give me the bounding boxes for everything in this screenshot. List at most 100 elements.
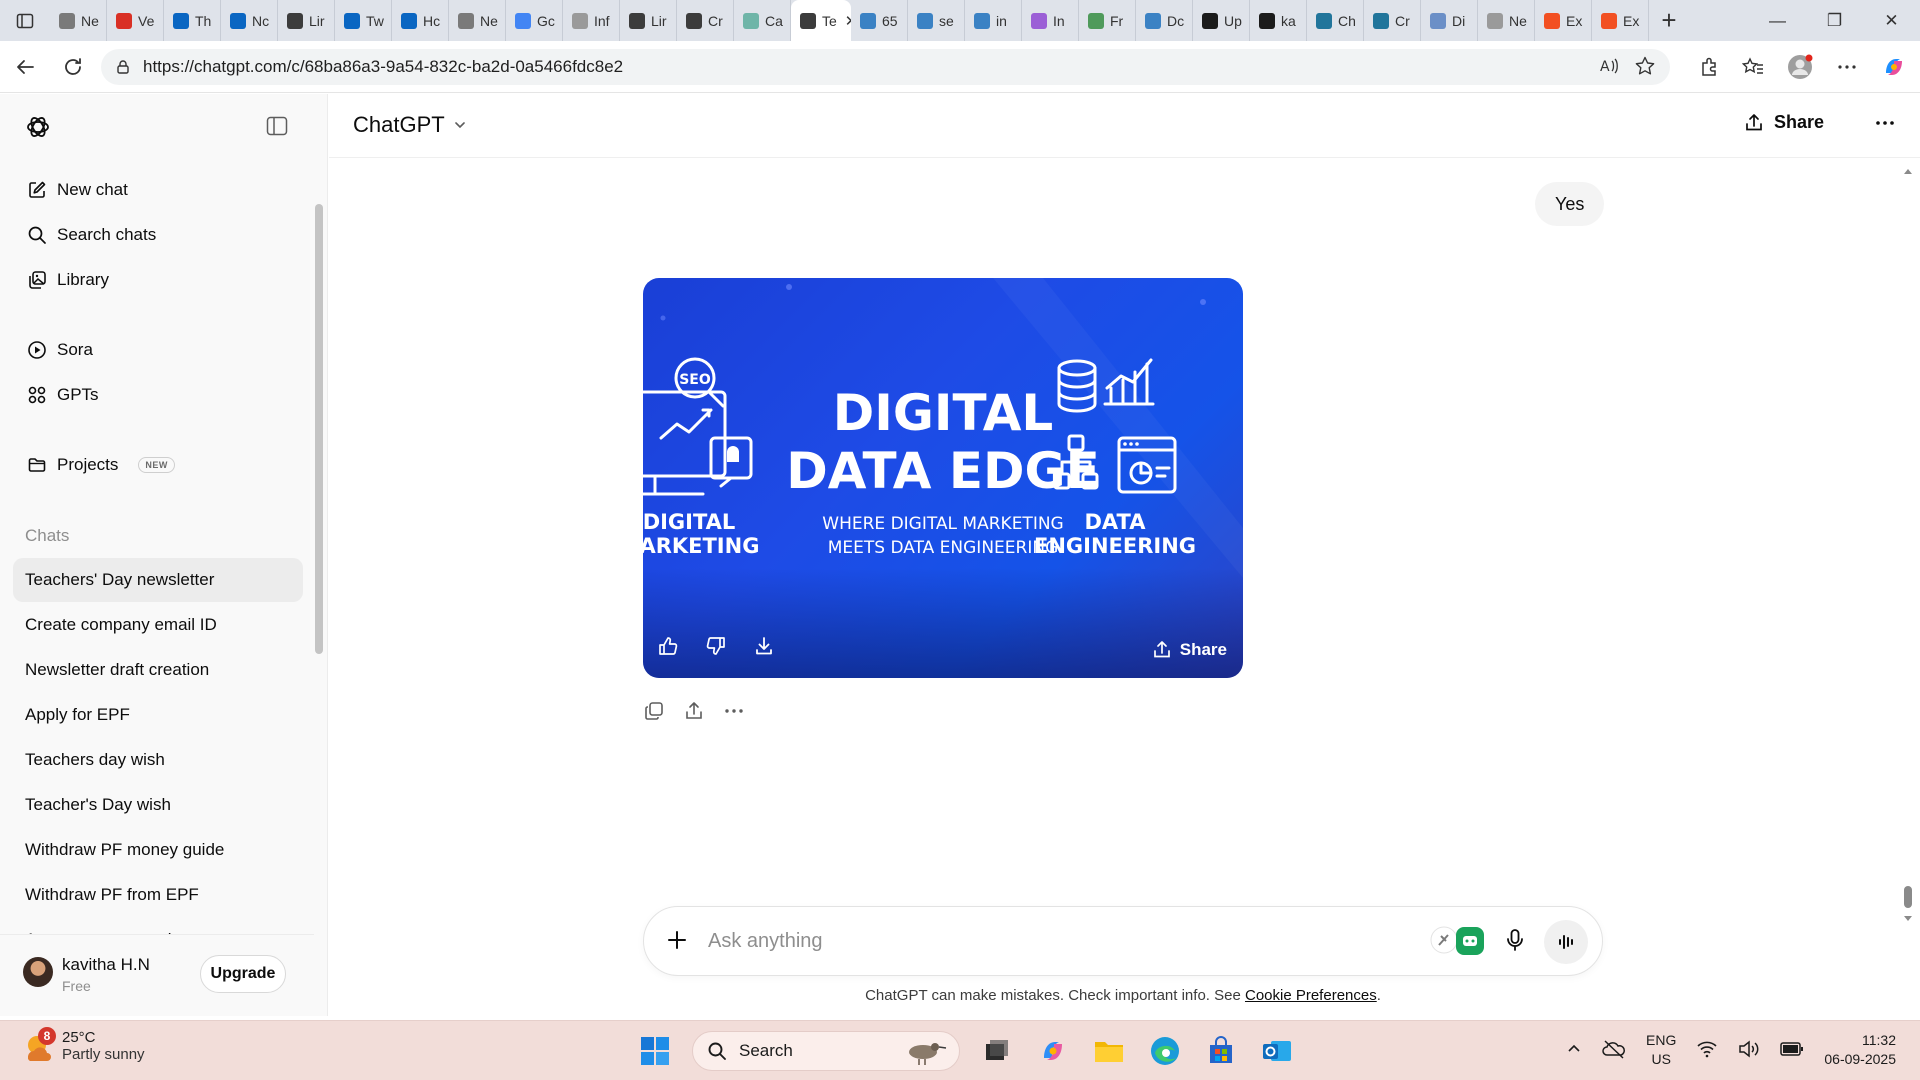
sidebar-item-search-chats[interactable]: Search chats xyxy=(13,213,303,257)
image-share-button[interactable]: Share xyxy=(1152,640,1227,660)
sidebar-item-library[interactable]: Library xyxy=(13,258,303,302)
browser-tab[interactable]: Nc xyxy=(221,0,278,41)
chat-item[interactable]: Teacher's Day wish xyxy=(13,783,303,827)
more-menu-icon[interactable] xyxy=(1836,56,1858,78)
scroll-thumb[interactable] xyxy=(1904,886,1912,908)
browser-tab[interactable]: Ne xyxy=(50,0,107,41)
extension-grammar-icon[interactable] xyxy=(1428,923,1486,962)
chat-item[interactable]: Teachers' Day newsletter xyxy=(13,558,303,602)
browser-tab[interactable]: Ex xyxy=(1535,0,1592,41)
browser-tab[interactable]: Ex xyxy=(1592,0,1649,41)
sidebar-scrollbar[interactable] xyxy=(315,204,323,654)
minimize-button[interactable]: — xyxy=(1749,0,1806,41)
thumbs-up-icon[interactable] xyxy=(657,635,679,662)
outlook-icon[interactable] xyxy=(1258,1032,1296,1070)
more-options-icon[interactable] xyxy=(723,700,745,727)
user-name[interactable]: kavitha H.N xyxy=(62,955,150,975)
favorites-icon[interactable] xyxy=(1742,56,1764,78)
browser-tab[interactable]: Up xyxy=(1193,0,1250,41)
restore-button[interactable]: ❐ xyxy=(1806,0,1863,41)
show-hidden-icons-icon[interactable] xyxy=(1566,1041,1582,1060)
avatar[interactable] xyxy=(23,957,53,987)
main-scrollbar[interactable] xyxy=(1902,164,1914,934)
browser-tab[interactable]: in xyxy=(965,0,1022,41)
microphone-icon[interactable] xyxy=(1504,928,1526,957)
copilot-icon[interactable] xyxy=(1880,53,1908,81)
chat-item[interactable]: Apply for EPF xyxy=(13,693,303,737)
extensions-icon[interactable] xyxy=(1698,56,1720,78)
copilot-app-icon[interactable] xyxy=(1034,1032,1072,1070)
browser-tab[interactable]: Inf xyxy=(563,0,620,41)
read-aloud-icon[interactable]: A xyxy=(1598,55,1620,82)
browser-tab[interactable]: Hc xyxy=(392,0,449,41)
new-tab-button[interactable]: + xyxy=(1649,0,1689,41)
address-bar[interactable]: https://chatgpt.com/c/68ba86a3-9a54-832c… xyxy=(101,49,1670,85)
chat-item[interactable]: Create company email ID xyxy=(13,603,303,647)
microsoft-store-icon[interactable] xyxy=(1202,1032,1240,1070)
model-selector[interactable]: ChatGPT xyxy=(353,112,467,138)
language-indicator[interactable]: ENG US xyxy=(1646,1031,1676,1069)
generated-image[interactable]: SEO DIGITAL DATA EDGE WHERE DIGITAL MARK… xyxy=(643,278,1243,678)
cookie-preferences-link[interactable]: Cookie Preferences xyxy=(1245,987,1377,1004)
browser-tab[interactable]: ka xyxy=(1250,0,1307,41)
sidebar-item-projects[interactable]: Projects NEW xyxy=(13,443,303,487)
browser-tab[interactable]: Lir xyxy=(620,0,677,41)
windows-start-icon[interactable] xyxy=(636,1032,674,1070)
chat-item[interactable]: Withdraw PF money guide xyxy=(13,828,303,872)
download-icon[interactable] xyxy=(753,635,775,662)
add-attachment-icon[interactable] xyxy=(664,927,690,958)
browser-tab[interactable]: Th xyxy=(164,0,221,41)
refresh-button[interactable] xyxy=(50,44,96,90)
edge-browser-icon[interactable] xyxy=(1146,1032,1184,1070)
browser-tab[interactable]: Ne xyxy=(449,0,506,41)
openai-logo-icon[interactable] xyxy=(25,114,51,145)
browser-tab[interactable]: Dc xyxy=(1136,0,1193,41)
taskbar-search[interactable]: Search xyxy=(692,1031,960,1071)
clock[interactable]: 11:32 06-09-2025 xyxy=(1824,1031,1896,1069)
browser-tab[interactable]: In xyxy=(1022,0,1079,41)
browser-tab[interactable]: Cr xyxy=(1364,0,1421,41)
voice-mode-button[interactable] xyxy=(1544,920,1588,964)
message-input[interactable]: Ask anything xyxy=(708,930,823,953)
sidebar-item-new-chat[interactable]: New chat xyxy=(13,168,303,212)
browser-tab[interactable]: Di xyxy=(1421,0,1478,41)
close-window-button[interactable]: ✕ xyxy=(1863,0,1920,41)
browser-tab[interactable]: se xyxy=(908,0,965,41)
sidebar-toggle-icon[interactable] xyxy=(266,116,288,141)
weather-widget[interactable]: 8 25°C Partly sunny xyxy=(22,1027,145,1063)
chat-item[interactable]: Newsletter draft creation xyxy=(13,648,303,692)
back-button[interactable] xyxy=(2,44,48,90)
browser-tab-active[interactable]: Te✕ xyxy=(791,0,851,41)
chat-item[interactable]: Withdraw PF from EPF xyxy=(13,873,303,917)
sidebar-item-sora[interactable]: Sora xyxy=(13,328,303,372)
battery-icon[interactable] xyxy=(1780,1041,1804,1060)
browser-tab[interactable]: Fr xyxy=(1079,0,1136,41)
wifi-icon[interactable] xyxy=(1696,1040,1718,1061)
browser-tab[interactable]: Gc xyxy=(506,0,563,41)
upgrade-button[interactable]: Upgrade xyxy=(200,955,286,993)
browser-tab[interactable]: Ch xyxy=(1307,0,1364,41)
browser-tab[interactable]: Ve xyxy=(107,0,164,41)
browser-tab[interactable]: Ca xyxy=(734,0,791,41)
sidebar-item-gpts[interactable]: GPTs xyxy=(13,373,303,417)
favorite-star-icon[interactable] xyxy=(1634,55,1656,82)
conversation-options-button[interactable] xyxy=(1874,112,1896,139)
tab-actions-button[interactable] xyxy=(0,0,50,41)
profile-avatar-icon[interactable] xyxy=(1786,53,1814,81)
chat-item[interactable]: Teachers day wish xyxy=(13,738,303,782)
copy-icon[interactable] xyxy=(643,700,665,727)
task-view-icon[interactable] xyxy=(978,1032,1016,1070)
share-button[interactable]: Share xyxy=(1744,112,1824,133)
site-info-icon[interactable] xyxy=(115,59,131,75)
browser-tab[interactable]: Tw xyxy=(335,0,392,41)
thumbs-down-icon[interactable] xyxy=(705,635,727,662)
share-message-icon[interactable] xyxy=(683,700,705,727)
language-code: ENG xyxy=(1646,1032,1677,1048)
browser-tab[interactable]: 65 xyxy=(851,0,908,41)
browser-tab[interactable]: Lir xyxy=(278,0,335,41)
browser-tab[interactable]: Cr xyxy=(677,0,734,41)
onedrive-offline-icon[interactable] xyxy=(1602,1039,1626,1062)
file-explorer-icon[interactable] xyxy=(1090,1032,1128,1070)
browser-tab[interactable]: Ne xyxy=(1478,0,1535,41)
volume-icon[interactable] xyxy=(1738,1039,1760,1061)
